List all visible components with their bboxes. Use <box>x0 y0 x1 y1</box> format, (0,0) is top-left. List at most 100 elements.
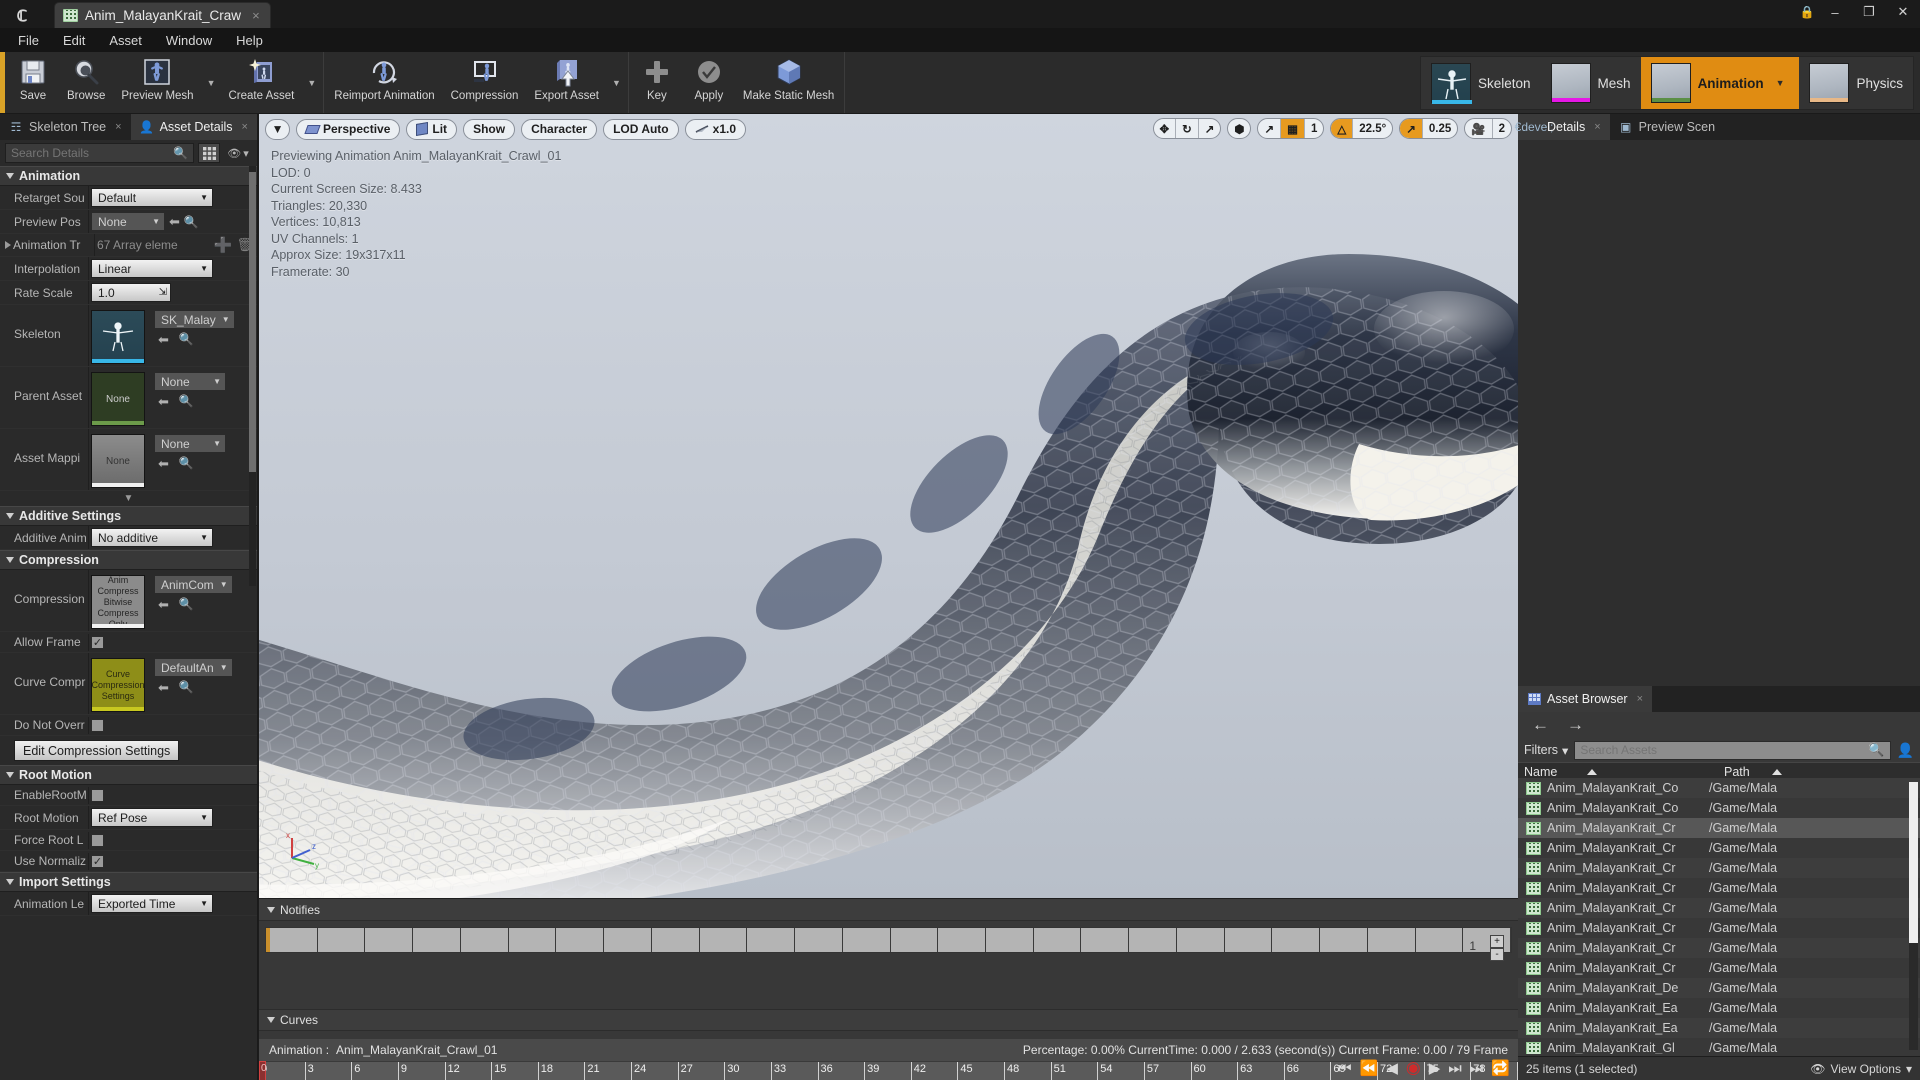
asset-row[interactable]: Anim_MalayanKrait_Gl/Game/Mala <box>1518 1038 1920 1054</box>
remove-notify-track-button[interactable]: - <box>1490 948 1504 961</box>
dropdown[interactable]: Exported Time ▼ <box>91 894 213 913</box>
reset-arrow-icon[interactable]: ⬅ <box>158 394 169 410</box>
notify-cell[interactable] <box>413 928 461 952</box>
world-coords-icon[interactable]: ⬢ <box>1228 119 1250 138</box>
category-additive-settings[interactable]: Additive Settings <box>0 506 257 526</box>
scale-icon[interactable]: ↗ <box>1199 119 1221 138</box>
step-to-start-icon[interactable]: ⏮ <box>1338 1060 1352 1077</box>
rotate-icon[interactable]: ↻ <box>1176 119 1199 138</box>
notify-cell[interactable] <box>1225 928 1273 952</box>
scale-snap-value[interactable]: 0.25 <box>1423 119 1457 138</box>
maximize-button[interactable]: ❐ <box>1852 1 1886 23</box>
checkbox[interactable] <box>91 788 104 802</box>
asset-thumbnail[interactable]: None <box>91 434 145 488</box>
viewport-lod-menu[interactable]: LOD Auto <box>603 118 679 140</box>
compression-button[interactable]: Compression <box>443 52 527 113</box>
mode-skeleton[interactable]: Skeleton <box>1421 57 1541 109</box>
notify-cell[interactable] <box>1177 928 1225 952</box>
asset-row[interactable]: Anim_MalayanKrait_Cr/Game/Mala <box>1518 898 1920 918</box>
category-root-motion[interactable]: Root Motion <box>0 765 257 785</box>
asset-picker[interactable]: DefaultAn ▼ <box>154 658 233 677</box>
dropdown[interactable]: Ref Pose ▼ <box>91 808 213 827</box>
chevron-down-icon[interactable]: ▼ <box>1771 78 1790 88</box>
search-details-box[interactable]: 🔍 <box>5 143 194 163</box>
close-button[interactable]: ✕ <box>1886 1 1920 23</box>
reimport-animation-button[interactable]: Reimport Animation <box>326 52 442 113</box>
checkbox[interactable] <box>91 833 104 847</box>
dropdown[interactable]: None ▼ <box>91 212 165 231</box>
collapse-section-arrow[interactable]: ▼ <box>0 491 257 506</box>
dropdown[interactable]: No additive ▼ <box>91 528 213 547</box>
scale-snap-icon[interactable]: ↗ <box>1400 119 1423 138</box>
asset-list-scrollbar[interactable] <box>1909 782 1918 1050</box>
asset-search-box[interactable]: 🔍 <box>1574 740 1891 760</box>
loop-icon[interactable]: 🔁 <box>1491 1059 1510 1077</box>
asset-list[interactable]: Anim_MalayanKrait_Co/Game/Mala Anim_Malay… <box>1518 778 1920 1054</box>
asset-thumbnail[interactable]: None <box>91 372 145 426</box>
back-arrow-icon[interactable]: ← <box>1532 715 1549 735</box>
view-options-button[interactable]: 👁 View Options ▾ <box>1810 1062 1912 1076</box>
save-button[interactable]: Save <box>7 52 59 113</box>
browse-to-asset-icon[interactable]: 🔍 <box>179 597 194 613</box>
viewport-character-menu[interactable]: Character <box>521 118 598 140</box>
document-tab[interactable]: Anim_MalayanKrait_Craw × <box>54 2 271 28</box>
column-name[interactable]: Name <box>1518 765 1718 779</box>
playhead[interactable]: 0 <box>259 1061 267 1080</box>
asset-thumbnail[interactable]: Curve Compression Settings <box>91 658 145 712</box>
viewport-show-menu[interactable]: Show <box>463 118 516 140</box>
notify-cell[interactable] <box>843 928 891 952</box>
reset-arrow-icon[interactable]: ⬅ <box>158 680 169 696</box>
asset-row[interactable]: Anim_MalayanKrait_Co/Game/Mala <box>1518 798 1920 818</box>
tab-details[interactable]: €devel; Details × <box>1515 114 1610 140</box>
details-list[interactable]: Animation Retarget Sou Default ▼ Preview Pos… <box>0 166 257 1080</box>
asset-row[interactable]: Anim_MalayanKrait_De/Game/Mala <box>1518 978 1920 998</box>
mode-physics[interactable]: Physics <box>1799 57 1913 109</box>
move-icon[interactable]: ✥ <box>1154 119 1177 138</box>
notify-cell[interactable] <box>1081 928 1130 952</box>
asset-thumbnail[interactable] <box>91 310 145 364</box>
grid-snap-value[interactable]: 1 <box>1305 119 1323 138</box>
spinner-icon[interactable]: ⇲ <box>159 287 167 298</box>
surface-snap-icon[interactable]: ↗ <box>1258 119 1282 138</box>
browse-to-asset-icon[interactable]: 🔍 <box>179 332 194 348</box>
category-import-settings[interactable]: Import Settings <box>0 872 257 892</box>
details-scrollbar[interactable] <box>249 166 256 586</box>
category-animation[interactable]: Animation <box>0 166 257 186</box>
notify-cell[interactable] <box>1272 928 1321 952</box>
make-static-mesh-button[interactable]: Make Static Mesh <box>735 52 842 113</box>
add-element-icon[interactable]: ➕ <box>214 236 233 254</box>
asset-row[interactable]: Anim_MalayanKrait_Cr/Game/Mala <box>1518 958 1920 978</box>
browse-to-asset-icon[interactable]: 🔍 <box>179 394 194 410</box>
export-asset-dropdown[interactable]: ▼ <box>607 52 626 113</box>
browse-to-asset-icon[interactable]: 🔍 <box>179 456 194 472</box>
grid-view-button[interactable] <box>198 143 220 163</box>
scrollbar-thumb[interactable] <box>249 172 256 472</box>
preview-mesh-button[interactable]: Preview Mesh <box>113 52 201 113</box>
lock-icon[interactable]: 🔒 <box>1796 1 1818 23</box>
key-button[interactable]: Key <box>631 52 683 113</box>
category-compression[interactable]: Compression <box>0 550 257 570</box>
mode-animation[interactable]: Animation ▼ <box>1640 57 1800 109</box>
column-path[interactable]: Path <box>1718 765 1920 779</box>
asset-picker[interactable]: None ▼ <box>154 434 226 453</box>
viewport-perspective-button[interactable]: Perspective <box>296 118 401 140</box>
notify-cell[interactable] <box>556 928 605 952</box>
curves-header[interactable]: Curves <box>259 1009 1518 1031</box>
notify-track[interactable] <box>265 927 1512 953</box>
rotation-snap-value[interactable]: 22.5° <box>1353 119 1392 138</box>
dropdown[interactable]: Default ▼ <box>91 188 213 207</box>
tab-asset-browser[interactable]: Asset Browser × <box>1518 686 1653 712</box>
play-icon[interactable]: ▶ <box>1429 1059 1441 1077</box>
notify-cell[interactable] <box>891 928 939 952</box>
notify-cell[interactable] <box>938 928 987 952</box>
reset-arrow-icon[interactable]: ⬅ <box>158 332 169 348</box>
filters-button[interactable]: Filters ▾ <box>1524 743 1568 758</box>
preview-viewport[interactable]: ▼ Perspective Lit Show Character LOD Aut… <box>259 114 1518 898</box>
step-to-end-icon[interactable]: ⏭ <box>1470 1060 1484 1077</box>
notify-cell[interactable] <box>1368 928 1416 952</box>
grid-snap-icon[interactable]: ▦ <box>1281 119 1305 138</box>
asset-row[interactable]: Anim_MalayanKrait_Cr/Game/Mala <box>1518 878 1920 898</box>
asset-picker[interactable]: None ▼ <box>154 372 226 391</box>
add-notify-track-button[interactable]: + <box>1490 935 1504 948</box>
notify-cell[interactable] <box>1129 928 1177 952</box>
